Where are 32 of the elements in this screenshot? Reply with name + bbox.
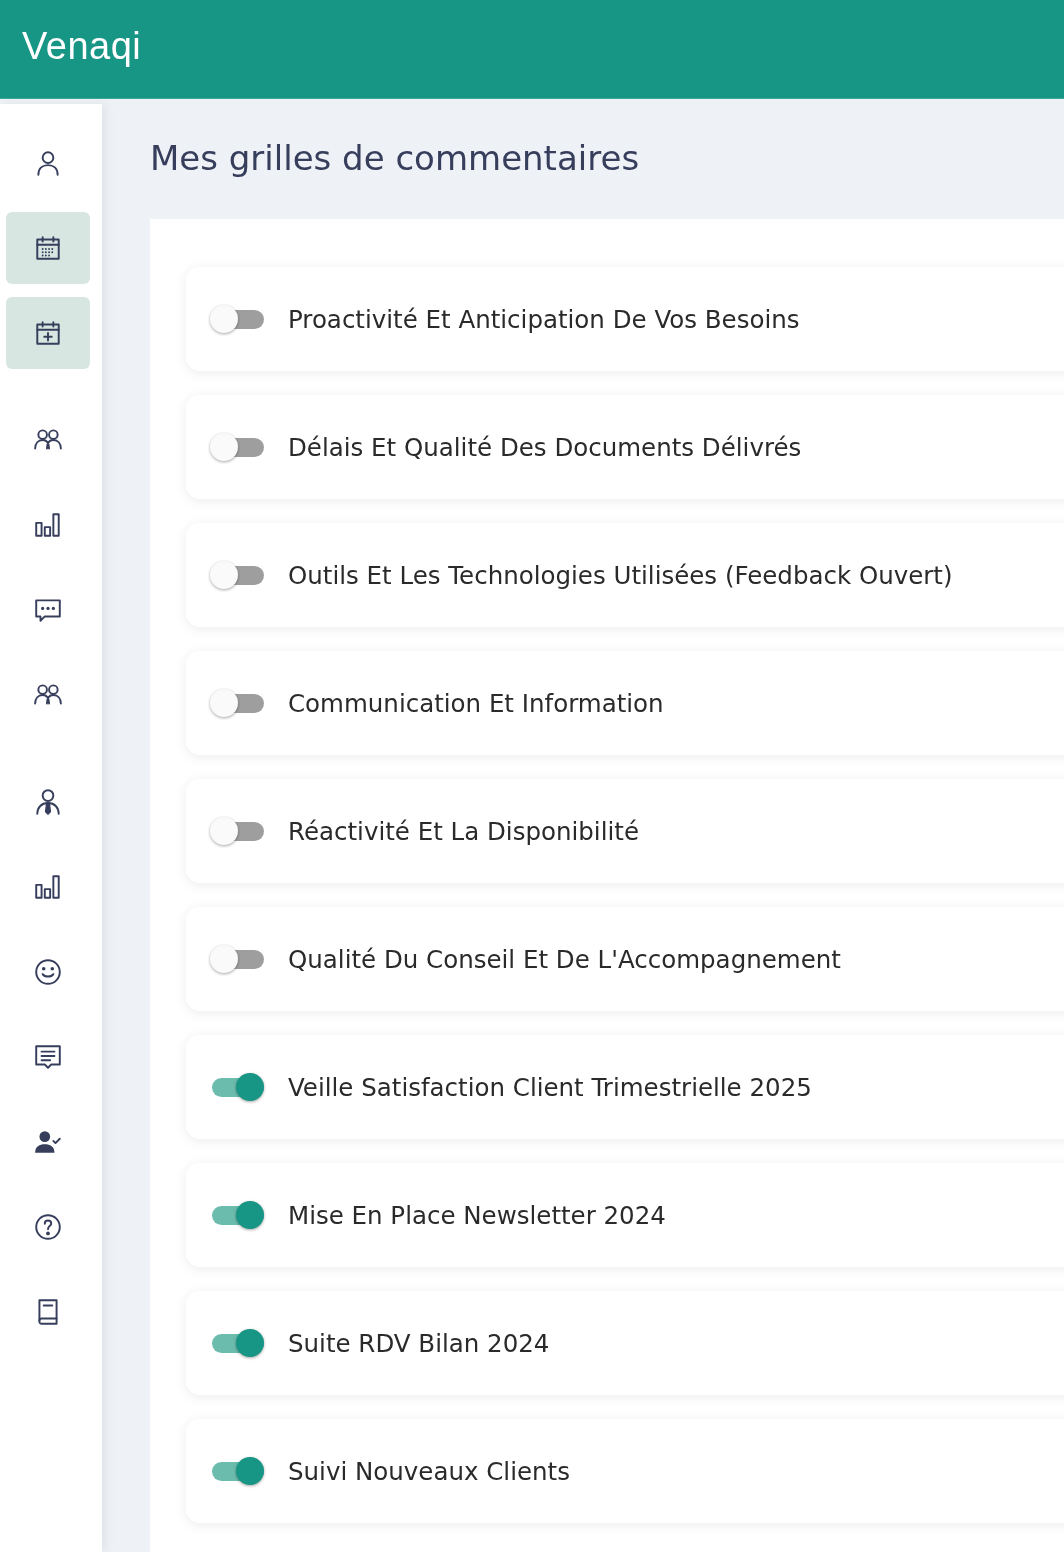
- grid-name: Outils Et Les Technologies Utilisées (Feedback Ouvert): [288, 560, 953, 590]
- grid-name: Réactivité Et La Disponibilité: [288, 816, 639, 846]
- grid-name: Suite RDV Bilan 2024: [288, 1328, 550, 1358]
- nav-item[interactable]: [6, 297, 90, 369]
- brand-logo[interactable]: Venaqi: [22, 24, 142, 74]
- toggle-switch[interactable]: [210, 689, 264, 717]
- nav-item[interactable]: [6, 212, 90, 284]
- toggle-switch[interactable]: [210, 1201, 264, 1229]
- toggle-switch[interactable]: [210, 817, 264, 845]
- grid-name: Qualité Du Conseil Et De L'Accompagnement: [288, 944, 841, 974]
- page-title: Mes grilles de commentaires: [150, 137, 641, 180]
- help-icon: [33, 1212, 63, 1242]
- calendar-plus-icon: [33, 318, 63, 348]
- calendar-icon: [33, 233, 63, 263]
- toggle-switch[interactable]: [210, 945, 264, 973]
- grid-name: Mise En Place Newsletter 2024: [288, 1200, 666, 1230]
- bar-chart-icon: [33, 872, 63, 902]
- toggle-switch[interactable]: [210, 1457, 264, 1485]
- grid-name: Veille Satisfaction Client Trimestrielle 2025: [288, 1072, 812, 1102]
- toggle-switch[interactable]: [210, 433, 264, 461]
- bar-chart-icon: [33, 510, 63, 540]
- toggle-switch[interactable]: [210, 1073, 264, 1101]
- grid-name: Suivi Nouveaux Clients: [288, 1456, 570, 1486]
- grid-name: Proactivité Et Anticipation De Vos Besoins: [288, 304, 800, 334]
- smiley-icon: [33, 957, 63, 987]
- toggle-switch[interactable]: [210, 305, 264, 333]
- toggle-switch[interactable]: [210, 1329, 264, 1357]
- grid-name: Communication Et Information: [288, 688, 664, 718]
- toggle-switch[interactable]: [210, 561, 264, 589]
- person-tie-icon: [33, 787, 63, 817]
- grid-name: Délais Et Qualité Des Documents Délivrés: [288, 432, 802, 462]
- message-icon: [33, 1042, 63, 1072]
